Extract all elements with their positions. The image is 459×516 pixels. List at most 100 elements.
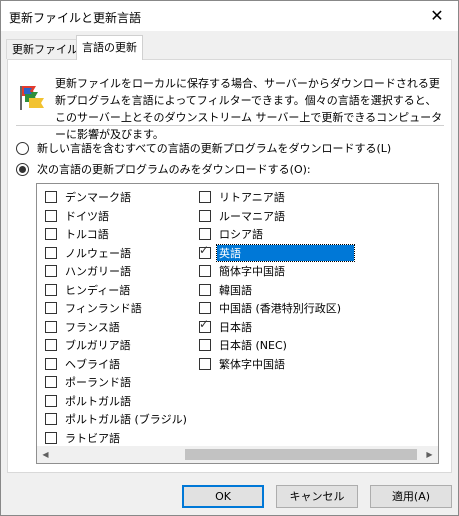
language-label: ポルトガル語 xyxy=(65,394,131,408)
checkbox[interactable] xyxy=(45,228,57,240)
cancel-button[interactable]: キャンセル xyxy=(276,485,358,508)
checkbox[interactable] xyxy=(199,283,211,296)
radio-button[interactable] xyxy=(16,162,29,176)
language-update-icon xyxy=(16,80,48,112)
language-label: ハンガリー語 xyxy=(65,265,131,278)
checkbox[interactable] xyxy=(199,191,211,203)
language-item[interactable]: ヘブライ語 xyxy=(45,355,122,373)
language-label: フィンランド語 xyxy=(65,302,142,315)
checkbox[interactable] xyxy=(45,394,57,407)
language-item[interactable]: フランス語 xyxy=(45,318,122,336)
tab-panel: 更新ファイルをローカルに保存する場合、サーバーからダウンロードされる更新プログラ… xyxy=(7,59,452,473)
checkbox[interactable] xyxy=(45,357,57,370)
check-icon: ✓ xyxy=(199,242,210,257)
language-item[interactable]: リトアニア語 xyxy=(199,188,287,206)
language-label: 繁体字中国語 xyxy=(219,357,285,371)
language-item[interactable]: ノルウェー語 xyxy=(45,244,133,262)
checkbox[interactable] xyxy=(199,302,211,314)
language-item[interactable]: ラトビア語 xyxy=(45,429,122,447)
language-item[interactable]: フィンランド語 xyxy=(45,299,144,317)
language-label: フランス語 xyxy=(65,320,120,334)
language-label: トルコ語 xyxy=(65,228,109,241)
language-item[interactable]: 繁体字中国語 xyxy=(199,355,287,373)
language-item[interactable]: デンマーク語 xyxy=(45,188,133,206)
language-item[interactable]: ルーマニア語 xyxy=(199,207,287,225)
radio-selected-dot xyxy=(19,165,26,173)
checkbox[interactable]: ✓ xyxy=(199,242,211,259)
checkbox[interactable] xyxy=(199,209,211,222)
checkbox[interactable]: ✓ xyxy=(199,316,211,333)
checkbox[interactable] xyxy=(45,431,57,444)
language-label: 韓国語 xyxy=(219,283,252,297)
language-item[interactable]: ✓ 英語 xyxy=(199,242,355,262)
checkbox[interactable] xyxy=(45,209,57,222)
radio-all-languages[interactable]: 新しい言語を含むすべての言語の更新プログラムをダウンロードする(L) xyxy=(16,140,391,156)
language-item[interactable]: トルコ語 xyxy=(45,225,111,243)
checkbox[interactable] xyxy=(45,191,57,203)
horizontal-scrollbar[interactable]: ◀ ▶ xyxy=(37,446,438,463)
description-text: 更新ファイルをローカルに保存する場合、サーバーからダウンロードされる更新プログラ… xyxy=(55,77,443,141)
language-label: ポルトガル語 (ブラジル) xyxy=(65,413,187,426)
checkbox[interactable] xyxy=(45,339,57,351)
language-checklist[interactable]: デンマーク語 ドイツ語トルコ語ノルウェー語 ハンガリー語 ヒンディー語 フィンランド語フ… xyxy=(36,183,439,464)
language-label: ドイツ語 xyxy=(65,209,109,223)
language-item[interactable]: ポルトガル語 xyxy=(45,392,133,410)
language-label: ヘブライ語 xyxy=(65,357,120,371)
language-item[interactable]: ロシア語 xyxy=(199,225,265,243)
radio-only-languages-label: 次の言語の更新プログラムのみをダウンロードする(O): xyxy=(37,163,311,176)
checkbox[interactable] xyxy=(45,246,57,259)
language-label: ブルガリア語 xyxy=(65,339,131,352)
language-label: 簡体字中国語 xyxy=(219,265,285,278)
language-item[interactable]: ブルガリア語 xyxy=(45,336,133,354)
check-icon: ✓ xyxy=(199,316,210,331)
language-label: 中国語 (香港特別行政区) xyxy=(219,302,342,315)
tab-update-files[interactable]: 更新ファイル xyxy=(6,39,84,59)
language-label: ルーマニア語 xyxy=(219,209,285,223)
radio-all-languages-label: 新しい言語を含むすべての言語の更新プログラムをダウンロードする(L) xyxy=(37,142,392,155)
language-item[interactable]: ハンガリー語 xyxy=(45,262,133,280)
checkbox[interactable] xyxy=(45,320,57,333)
scroll-left-icon[interactable]: ◀ xyxy=(37,446,54,463)
checkbox[interactable] xyxy=(45,376,57,388)
language-label: 日本語 (NEC) xyxy=(219,339,287,352)
language-label: ノルウェー語 xyxy=(65,246,131,260)
language-item[interactable]: 中国語 (香港特別行政区) xyxy=(199,299,343,317)
language-label: ロシア語 xyxy=(219,228,263,241)
checkbox[interactable] xyxy=(45,302,57,314)
checkbox[interactable] xyxy=(199,339,211,351)
scrollbar-thumb[interactable] xyxy=(185,449,417,460)
language-item[interactable]: ポルトガル語 (ブラジル) xyxy=(45,410,189,428)
scroll-right-icon[interactable]: ▶ xyxy=(421,446,438,463)
tab-update-languages[interactable]: 言語の更新 xyxy=(76,35,143,60)
checkbox[interactable] xyxy=(199,357,211,370)
language-item[interactable]: ✓ 日本語 xyxy=(199,318,254,336)
language-item[interactable]: ポーランド語 xyxy=(45,373,133,391)
close-icon[interactable]: ✕ xyxy=(422,3,452,29)
tab-bar: 更新ファイル 言語の更新 xyxy=(1,35,458,60)
language-label: リトアニア語 xyxy=(219,191,285,204)
language-item[interactable]: ヒンディー語 xyxy=(45,281,132,299)
radio-only-languages[interactable]: 次の言語の更新プログラムのみをダウンロードする(O): xyxy=(16,161,311,177)
language-item[interactable]: 簡体字中国語 xyxy=(199,262,287,280)
checkbox[interactable] xyxy=(199,265,211,277)
language-label: ポーランド語 xyxy=(65,376,131,389)
language-item[interactable]: 日本語 (NEC) xyxy=(199,336,289,354)
apply-button[interactable]: 適用(A) xyxy=(370,485,452,508)
checkbox[interactable] xyxy=(45,265,57,277)
language-label: デンマーク語 xyxy=(65,191,131,204)
language-item[interactable]: 韓国語 xyxy=(199,281,254,299)
language-label: 日本語 xyxy=(219,320,252,334)
title-bar[interactable]: 更新ファイルと更新言語 ✕ xyxy=(1,1,458,31)
language-label: ラトビア語 xyxy=(65,431,120,445)
dialog-window: 更新ファイルと更新言語 ✕ 更新ファイル 言語の更新 更新ファイルをローカルに保… xyxy=(0,0,459,516)
ok-button[interactable]: OK xyxy=(182,485,264,508)
window-title: 更新ファイルと更新言語 xyxy=(9,11,142,25)
checkbox[interactable] xyxy=(45,413,57,425)
radio-button[interactable] xyxy=(16,141,29,155)
checkbox[interactable] xyxy=(199,228,211,240)
checkbox[interactable] xyxy=(45,283,57,296)
language-item[interactable]: ドイツ語 xyxy=(45,207,111,225)
separator xyxy=(16,125,444,126)
language-label: 英語 xyxy=(216,243,355,262)
language-label: ヒンディー語 xyxy=(65,283,131,297)
